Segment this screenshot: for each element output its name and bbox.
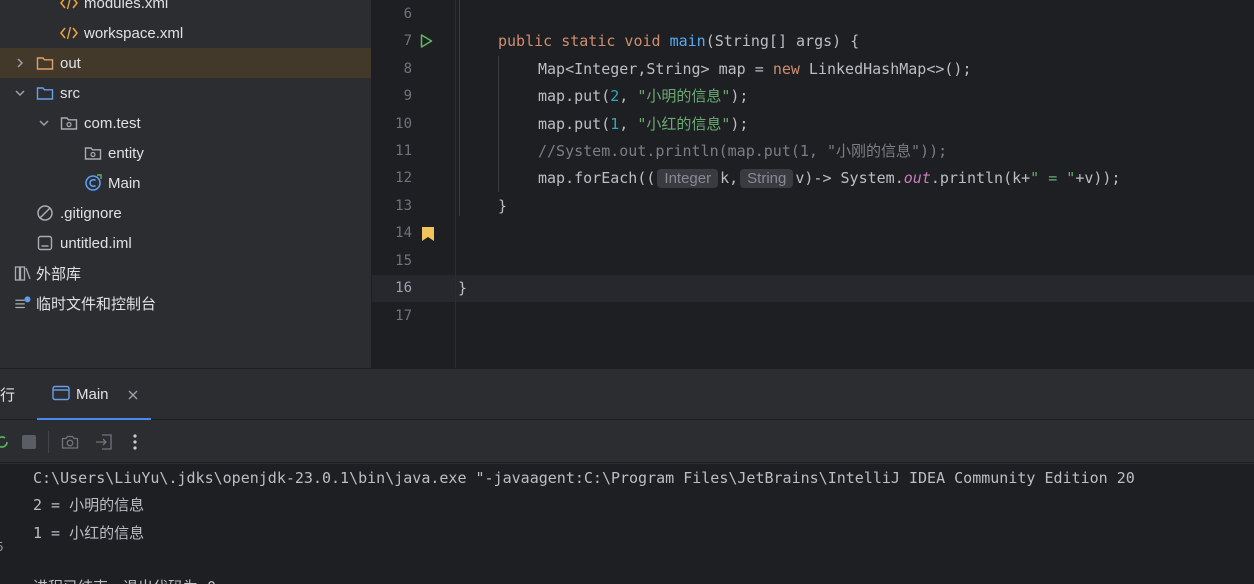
code-line-11: //System.out.println(map.put(1, "小刚的信息")…: [538, 142, 948, 160]
tree-item-label: Main: [108, 174, 141, 192]
inlay-hint: String: [740, 169, 794, 188]
run-gutter-icon[interactable]: [418, 33, 434, 53]
line-number: 8: [403, 61, 412, 77]
console-line: 1 = 小红的信息: [33, 524, 145, 542]
source-folder-icon: [36, 84, 54, 102]
iml-file-icon: [36, 234, 54, 252]
tree-item-label: out: [60, 54, 81, 72]
tree-item-entity[interactable]: entity: [0, 138, 371, 168]
tree-item-src[interactable]: src: [0, 78, 371, 108]
code-line-9: map.put(2, "小明的信息");: [538, 87, 749, 105]
folder-icon: [36, 54, 54, 72]
bookmark-icon[interactable]: [421, 226, 435, 246]
tree-item-external-libraries[interactable]: 外部库: [0, 258, 371, 288]
tree-item-untitled-iml[interactable]: untitled.iml: [0, 228, 371, 258]
project-tree: modules.xml workspace.xml out src com.te…: [0, 0, 371, 368]
tree-item-label: modules.xml: [84, 0, 169, 12]
run-tab-bar: 行 Main: [0, 369, 1254, 420]
tree-item-gitignore[interactable]: .gitignore: [0, 198, 371, 228]
line-number: 10: [395, 116, 412, 132]
tree-item-main[interactable]: Main: [0, 168, 371, 198]
code-line-10: map.put(1, "小红的信息");: [538, 115, 749, 133]
code-line-8: Map<Integer,String> map = new LinkedHash…: [538, 60, 972, 78]
line-number: 16: [395, 280, 412, 296]
line-number: 12: [395, 170, 412, 186]
tree-item-label: 外部库: [36, 265, 82, 283]
library-icon: [14, 264, 32, 282]
tree-item-scratches[interactable]: 临时文件和控制台: [0, 288, 371, 318]
code-line-7: public static void main(String[] args) {: [498, 32, 860, 50]
indent-guide: [459, 0, 460, 216]
close-icon[interactable]: [128, 387, 138, 404]
package-icon: [60, 114, 78, 132]
line-number: 6: [403, 6, 412, 22]
code-editor[interactable]: 6 7 8 9 10 11 12 13 14 15 16 17 public s…: [372, 0, 1254, 368]
line-number: 17: [395, 308, 412, 324]
chevron-down-icon[interactable]: [14, 86, 26, 100]
chevron-right-icon[interactable]: [14, 56, 26, 70]
current-line-highlight: [372, 275, 1254, 302]
line-number: 14: [395, 225, 412, 241]
console-line: C:\Users\LiuYu\.jdks\openjdk-23.0.1\bin\…: [33, 469, 1135, 487]
camera-icon[interactable]: [58, 430, 82, 454]
code-line-12: map.forEach((Integer k, String v)-> System.…: [538, 169, 1121, 188]
indent-guide: [498, 56, 499, 192]
ignore-file-icon: [36, 204, 54, 222]
scratches-icon: [14, 294, 32, 312]
rerun-icon[interactable]: [0, 430, 14, 454]
stop-icon[interactable]: [17, 430, 41, 454]
tree-item-com-test[interactable]: com.test: [0, 108, 371, 138]
line-number: 9: [403, 88, 412, 104]
java-class-icon: [84, 174, 102, 192]
tree-item-out[interactable]: out: [0, 48, 371, 78]
more-options-icon[interactable]: [123, 430, 147, 454]
tree-item-label: com.test: [84, 114, 141, 132]
run-toolbar: [0, 421, 1254, 463]
xml-file-icon: [60, 0, 78, 12]
console-line: 进程已结束，退出代码为 0: [33, 574, 216, 584]
chevron-down-icon[interactable]: [38, 116, 50, 130]
toolbar-separator: [48, 431, 49, 453]
tree-item-modules-xml[interactable]: modules.xml: [0, 0, 371, 18]
tree-item-label: untitled.iml: [60, 234, 132, 252]
tree-item-label: src: [60, 84, 80, 102]
exit-icon[interactable]: [92, 430, 116, 454]
console-output[interactable]: C:\Users\LiuYu\.jdks\openjdk-23.0.1\bin\…: [20, 464, 1254, 584]
line-number: 11: [395, 143, 412, 159]
console-gutter: 5: [0, 464, 20, 584]
package-icon: [84, 144, 102, 162]
console-line: 2 = 小明的信息: [33, 496, 145, 514]
tab-label: Main: [76, 386, 109, 403]
tree-item-label: .gitignore: [60, 204, 122, 222]
tree-item-workspace-xml[interactable]: workspace.xml: [0, 18, 371, 48]
code-line-16: }: [458, 279, 468, 297]
tab-main[interactable]: Main: [37, 369, 151, 420]
code-line-13: }: [498, 197, 508, 215]
line-number: 15: [395, 253, 412, 269]
line-number: 7: [403, 33, 412, 49]
tree-item-label: 临时文件和控制台: [36, 295, 157, 313]
inlay-hint: Integer: [657, 169, 719, 188]
run-panel-title: 行: [0, 387, 16, 404]
tree-item-label: workspace.xml: [84, 24, 184, 42]
line-number: 13: [395, 198, 412, 214]
xml-file-icon: [60, 24, 78, 42]
tree-item-label: entity: [108, 144, 144, 162]
gutter-separator: [455, 0, 456, 368]
run-tool-window: 行 Main 5 C:\: [0, 368, 1254, 584]
active-tab-indicator: [37, 418, 151, 420]
console-window-icon: [52, 385, 70, 405]
